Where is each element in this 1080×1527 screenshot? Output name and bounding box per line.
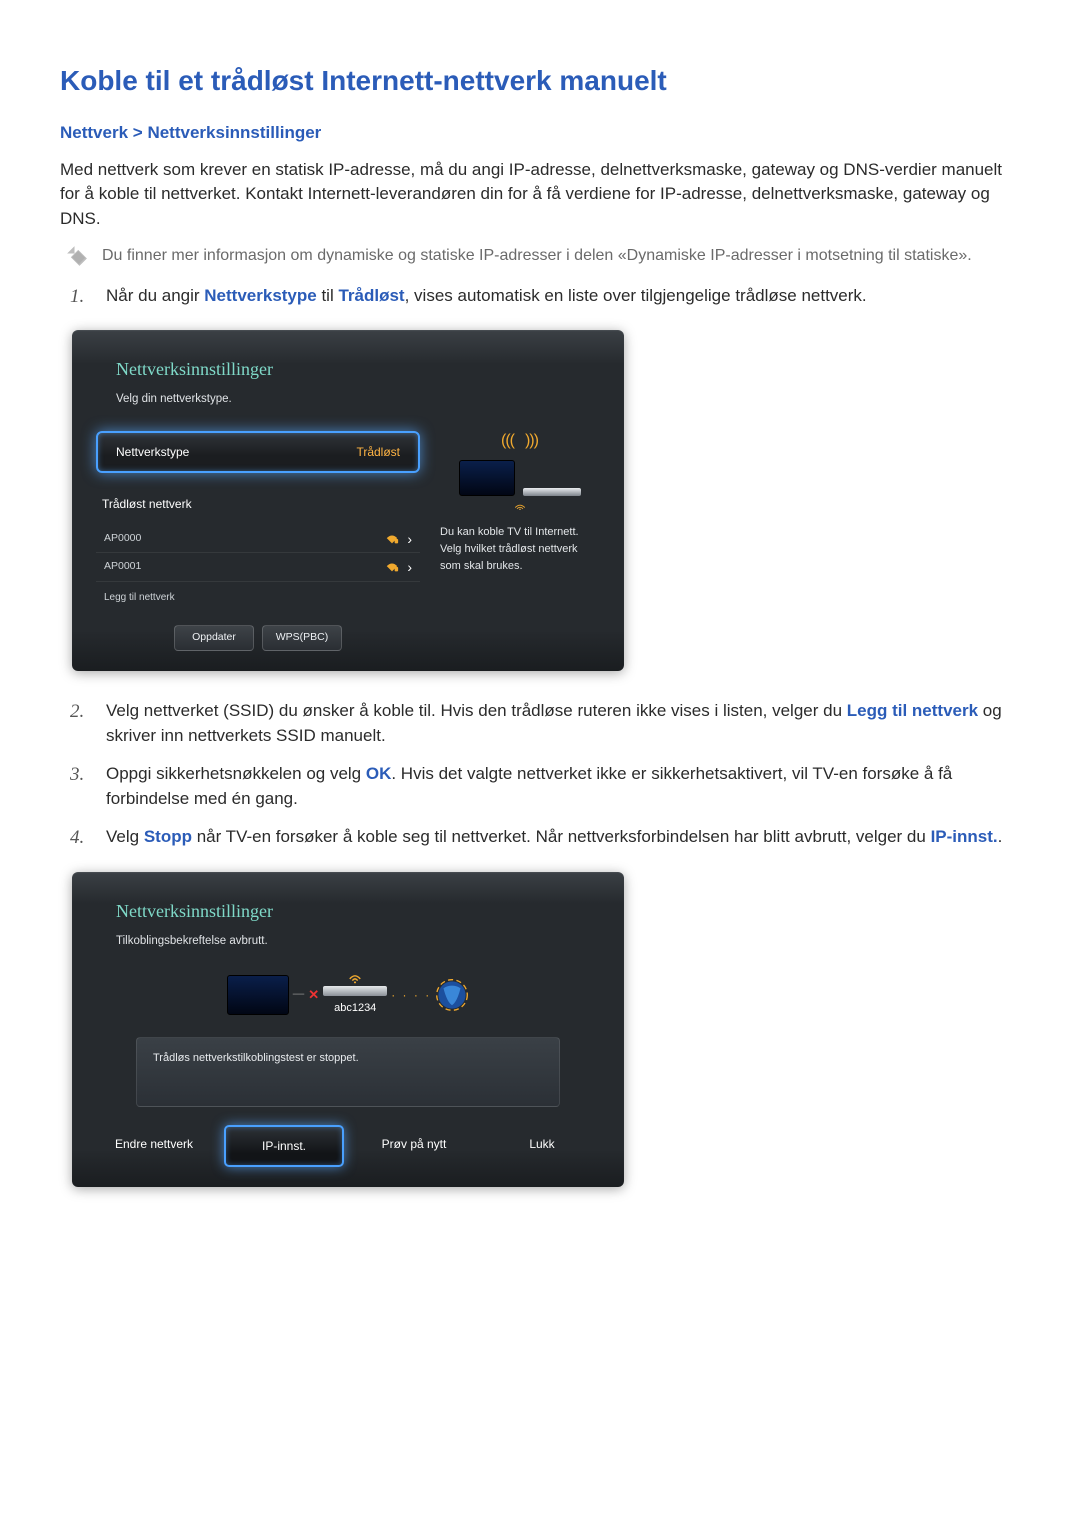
panel-subtitle: Velg din nettverkstype. [116,391,580,408]
step-text: Velg Stopp når TV-en forsøker å koble se… [106,825,1020,850]
radio-waves-right-icon: ((( [526,435,539,446]
ap-name: AP0000 [104,531,385,547]
step-number: 2. [70,699,88,726]
router-icon [323,986,387,996]
refresh-button[interactable]: Oppdater [174,625,254,651]
connection-illustration: ((( ((( [440,435,600,510]
term-network-type: Nettverkstype [204,286,316,305]
ssid-label: abc1234 [334,1000,376,1017]
ap-name: AP0001 [104,559,385,575]
term-wireless: Trådløst [338,286,404,305]
test-status-box: Trådløs nettverkstilkoblingstest er stop… [136,1037,560,1108]
radio-waves-left-icon: ((( [501,435,514,446]
term-ok: OK [366,764,392,783]
retry-button[interactable]: Prøv på nytt [356,1125,472,1167]
dotted-link: · · · · [391,986,431,1004]
wifi-base-icon [510,504,530,510]
tv-icon [227,975,289,1015]
text: Velg nettverket (SSID) du ønsker å koble… [106,701,847,720]
test-status-text: Trådløs nettverkstilkoblingstest er stop… [153,1052,359,1064]
dash-segment: — [293,986,305,1003]
panel-title: Nettverksinnstillinger [116,356,580,383]
step-3: 3. Oppgi sikkerhetsnøkkelen og velg OK. … [60,762,1020,811]
network-type-selector[interactable]: Nettverkstype Trådløst [96,431,420,473]
step-2: 2. Velg nettverket (SSID) du ønsker å ko… [60,699,1020,748]
tv-icon [459,460,515,496]
wireless-section-head: Trådløst nettverk [102,495,414,513]
step-number: 4. [70,825,88,852]
add-network-link[interactable]: Legg til nettverk [96,582,420,607]
text: Når du angir [106,286,204,305]
panel-title: Nettverksinnstillinger [116,898,580,925]
step-number: 1. [70,284,88,311]
term-ip-settings: IP-innst. [931,827,998,846]
ip-settings-button[interactable]: IP-innst. [224,1125,344,1167]
ap-row-0[interactable]: AP0000 › [96,525,420,554]
network-type-label: Nettverkstype [116,443,189,461]
network-type-value: Trådløst [356,443,400,461]
change-network-button[interactable]: Endre nettverk [96,1125,212,1167]
step-1: 1. Når du angir Nettverkstype til Trådlø… [60,284,1020,311]
wifi-lock-icon [385,533,399,545]
tv-panel-connection-aborted: Nettverksinnstillinger Tilkoblingsbekref… [72,872,624,1187]
side-help-text: Du kan koble TV til Internett. Velg hvil… [440,524,600,575]
info-note-text: Du finner mer informasjon om dynamiske o… [102,245,972,267]
tv-panel-network-settings: Nettverksinnstillinger Velg din nettverk… [72,330,624,671]
step-number: 3. [70,762,88,789]
step-text: Velg nettverket (SSID) du ønsker å koble… [106,699,1020,748]
step-4: 4. Velg Stopp når TV-en forsøker å koble… [60,825,1020,852]
text: . [998,827,1003,846]
text: Oppgi sikkerhetsnøkkelen og velg [106,764,366,783]
ap-row-1[interactable]: AP0001 › [96,553,420,582]
breadcrumb-separator: > [133,123,143,142]
pencil-icon [66,245,89,268]
breadcrumb-settings[interactable]: Nettverksinnstillinger [147,123,321,142]
text: , vises automatisk en liste over tilgjen… [405,286,867,305]
router-icon [523,488,581,496]
wifi-icon [348,972,362,984]
panel-subtitle: Tilkoblingsbekreftelse avbrutt. [116,933,580,950]
step-text: Oppgi sikkerhetsnøkkelen og velg OK. Hvi… [106,762,1020,811]
x-fail-icon: ✕ [308,985,319,1005]
step-text: Når du angir Nettverkstype til Trådløst,… [106,284,1020,309]
text: når TV-en forsøker å koble seg til nettv… [192,827,931,846]
breadcrumb: Nettverk > Nettverksinnstillinger [60,120,1020,146]
chevron-right-icon: › [407,532,412,546]
info-note: Du finner mer informasjon om dynamiske o… [60,245,1020,267]
text: Velg [106,827,144,846]
globe-icon [435,978,469,1012]
wifi-lock-icon [385,561,399,573]
close-button[interactable]: Lukk [484,1125,600,1167]
chevron-right-icon: › [407,560,412,574]
wps-pbc-button[interactable]: WPS(PBC) [262,625,342,651]
breadcrumb-network[interactable]: Nettverk [60,123,128,142]
text: til [317,286,339,305]
term-add-network: Legg til nettverk [847,701,978,720]
intro-paragraph: Med nettverk som krever en statisk IP-ad… [60,158,1020,232]
term-stop: Stopp [144,827,192,846]
page-title: Koble til et trådløst Internett-nettverk… [60,60,1020,102]
connection-diagram: — ✕ abc1234 · · · · [136,972,560,1017]
